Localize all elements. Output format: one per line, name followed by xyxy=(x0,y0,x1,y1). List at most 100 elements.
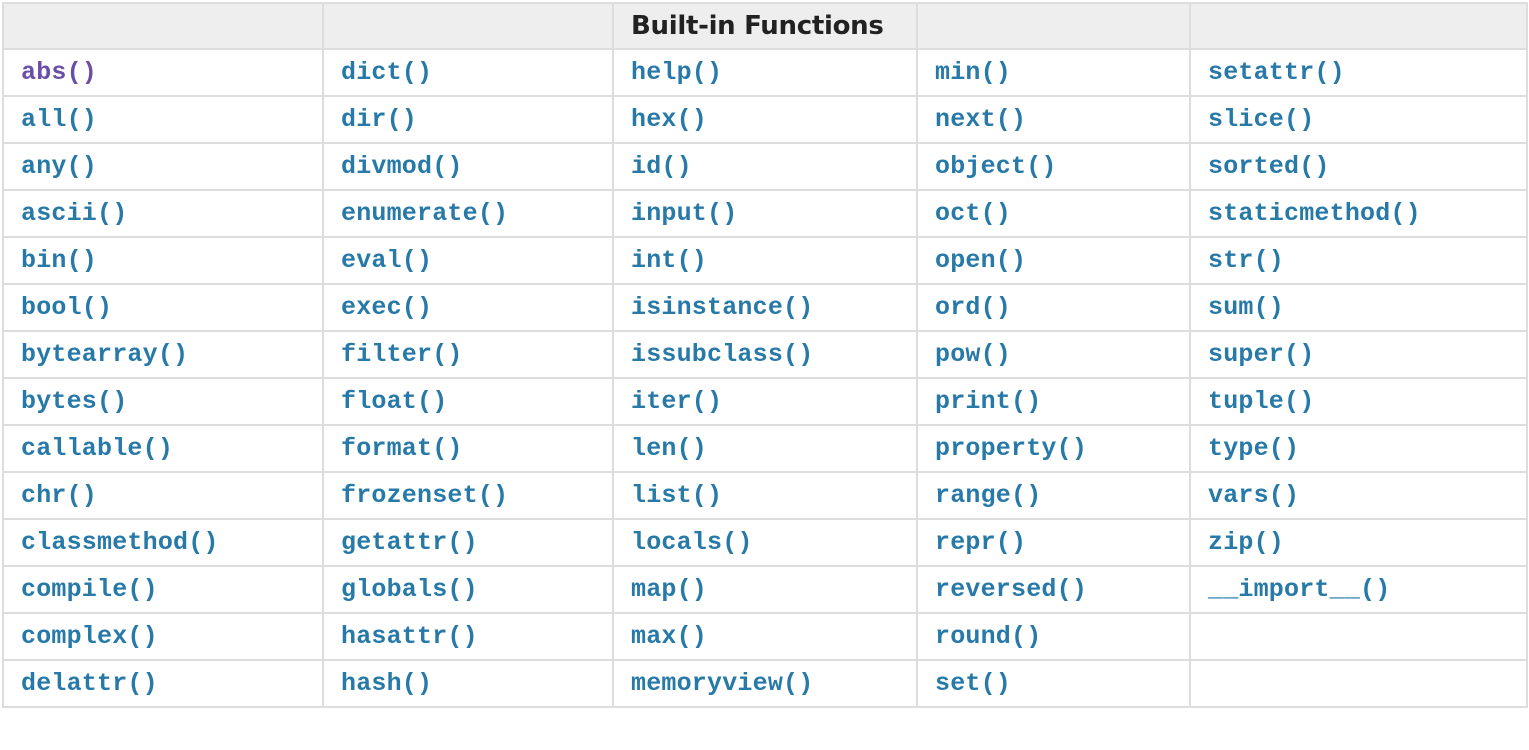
function-link[interactable]: classmethod() xyxy=(21,528,219,557)
function-link[interactable]: sum() xyxy=(1208,293,1284,322)
table-cell: input() xyxy=(612,189,918,238)
function-link[interactable]: object() xyxy=(935,152,1057,181)
function-link[interactable]: hex() xyxy=(631,105,707,134)
function-link[interactable]: open() xyxy=(935,246,1026,275)
function-link[interactable]: ascii() xyxy=(21,199,127,228)
function-link[interactable]: set() xyxy=(935,669,1011,698)
table-cell: sum() xyxy=(1189,283,1528,332)
function-link[interactable]: map() xyxy=(631,575,707,604)
function-link[interactable]: iter() xyxy=(631,387,722,416)
function-link[interactable]: id() xyxy=(631,152,692,181)
function-link[interactable]: issubclass() xyxy=(631,340,813,369)
table-cell: getattr() xyxy=(322,518,614,567)
function-link[interactable]: any() xyxy=(21,152,97,181)
table-cell: frozenset() xyxy=(322,471,614,520)
function-link[interactable]: all() xyxy=(21,105,97,134)
function-link[interactable]: setattr() xyxy=(1208,58,1345,87)
function-link[interactable]: bin() xyxy=(21,246,97,275)
table-cell: pow() xyxy=(916,330,1191,379)
function-link[interactable]: compile() xyxy=(21,575,158,604)
table-cell: globals() xyxy=(322,565,614,614)
table-cell xyxy=(1189,612,1528,661)
table-body: abs() dict() help() min() setattr() all() dir(… xyxy=(2,48,1528,708)
function-link[interactable]: abs() xyxy=(21,58,97,87)
function-link[interactable]: pow() xyxy=(935,340,1011,369)
function-link[interactable]: ord() xyxy=(935,293,1011,322)
function-link[interactable]: reversed() xyxy=(935,575,1087,604)
table-cell: round() xyxy=(916,612,1191,661)
function-link[interactable]: callable() xyxy=(21,434,173,463)
function-link[interactable]: max() xyxy=(631,622,707,651)
function-link[interactable]: locals() xyxy=(631,528,753,557)
header-cell-empty xyxy=(2,2,324,50)
function-link[interactable]: range() xyxy=(935,481,1041,510)
header-cell-empty xyxy=(916,2,1191,50)
function-link[interactable]: print() xyxy=(935,387,1041,416)
function-link[interactable]: dict() xyxy=(341,58,432,87)
function-link[interactable]: min() xyxy=(935,58,1011,87)
function-link[interactable]: delattr() xyxy=(21,669,158,698)
function-link[interactable]: property() xyxy=(935,434,1087,463)
table-cell: dir() xyxy=(322,95,614,144)
function-link[interactable]: divmod() xyxy=(341,152,463,181)
function-link[interactable]: str() xyxy=(1208,246,1284,275)
function-link[interactable]: isinstance() xyxy=(631,293,813,322)
function-link[interactable]: super() xyxy=(1208,340,1314,369)
table-cell: hasattr() xyxy=(322,612,614,661)
function-link[interactable]: input() xyxy=(631,199,737,228)
function-link[interactable]: globals() xyxy=(341,575,478,604)
function-link[interactable]: int() xyxy=(631,246,707,275)
function-link[interactable]: dir() xyxy=(341,105,417,134)
function-link[interactable]: staticmethod() xyxy=(1208,199,1421,228)
function-link[interactable]: eval() xyxy=(341,246,432,275)
function-link[interactable]: bool() xyxy=(21,293,112,322)
table-cell: zip() xyxy=(1189,518,1528,567)
function-link[interactable]: repr() xyxy=(935,528,1026,557)
function-link[interactable]: bytearray() xyxy=(21,340,188,369)
table-cell: list() xyxy=(612,471,918,520)
table-row: compile() globals() map() reversed() __impor… xyxy=(2,565,1528,614)
table-cell: id() xyxy=(612,142,918,191)
table-cell: iter() xyxy=(612,377,918,426)
table-cell: next() xyxy=(916,95,1191,144)
table-row: bytearray() filter() issubclass() pow() supe… xyxy=(2,330,1528,379)
function-link[interactable]: round() xyxy=(935,622,1041,651)
function-link[interactable]: sorted() xyxy=(1208,152,1330,181)
function-link[interactable]: __import__() xyxy=(1208,575,1390,604)
function-link[interactable]: frozenset() xyxy=(341,481,508,510)
function-link[interactable]: type() xyxy=(1208,434,1299,463)
function-link[interactable]: next() xyxy=(935,105,1026,134)
table-cell: print() xyxy=(916,377,1191,426)
function-link[interactable]: format() xyxy=(341,434,463,463)
table-cell: range() xyxy=(916,471,1191,520)
table-cell: float() xyxy=(322,377,614,426)
function-link[interactable]: vars() xyxy=(1208,481,1299,510)
table-cell: dict() xyxy=(322,48,614,97)
table-row: bin() eval() int() open() str() xyxy=(2,236,1528,285)
function-link[interactable]: slice() xyxy=(1208,105,1314,134)
function-link[interactable]: len() xyxy=(631,434,707,463)
function-link[interactable]: filter() xyxy=(341,340,463,369)
function-link[interactable]: complex() xyxy=(21,622,158,651)
builtin-functions-table: Built-in Functions abs() dict() help() min(… xyxy=(2,2,1528,708)
function-link[interactable]: hash() xyxy=(341,669,432,698)
function-link[interactable]: oct() xyxy=(935,199,1011,228)
table-row: abs() dict() help() min() setattr() xyxy=(2,48,1528,97)
function-link[interactable]: memoryview() xyxy=(631,669,813,698)
function-link[interactable]: getattr() xyxy=(341,528,478,557)
function-link[interactable]: exec() xyxy=(341,293,432,322)
function-link[interactable]: hasattr() xyxy=(341,622,478,651)
table-cell: bytes() xyxy=(2,377,324,426)
table-cell: all() xyxy=(2,95,324,144)
function-link[interactable]: list() xyxy=(631,481,722,510)
table-row: complex() hasattr() max() round() xyxy=(2,612,1528,661)
table-cell: isinstance() xyxy=(612,283,918,332)
function-link[interactable]: help() xyxy=(631,58,722,87)
function-link[interactable]: bytes() xyxy=(21,387,127,416)
function-link[interactable]: enumerate() xyxy=(341,199,508,228)
table-cell: ascii() xyxy=(2,189,324,238)
function-link[interactable]: float() xyxy=(341,387,447,416)
function-link[interactable]: chr() xyxy=(21,481,97,510)
function-link[interactable]: tuple() xyxy=(1208,387,1314,416)
function-link[interactable]: zip() xyxy=(1208,528,1284,557)
